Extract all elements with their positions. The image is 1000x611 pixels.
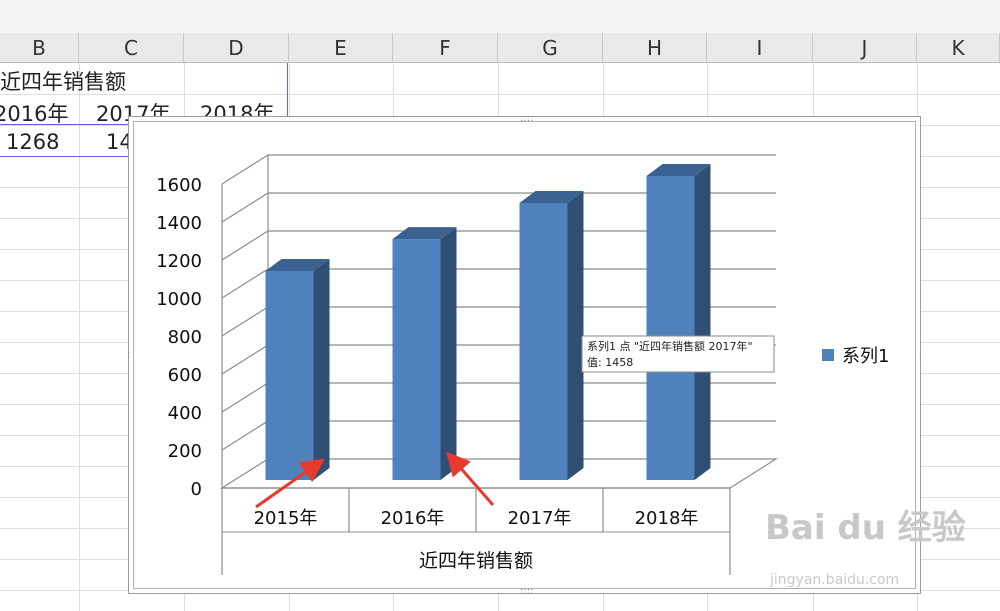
bar-side bbox=[440, 227, 457, 480]
category-group-label: 近四年销售额 bbox=[419, 550, 533, 572]
legend-swatch bbox=[822, 349, 834, 361]
y-tick-label: 1000 bbox=[156, 289, 202, 310]
x-tick-label: 2015年 bbox=[254, 508, 318, 529]
y-tick-label: 400 bbox=[168, 403, 202, 424]
x-tick-label: 2017年 bbox=[508, 508, 572, 529]
baidu-watermark-url: jingyan.baidu.com bbox=[770, 572, 900, 588]
y-tick-label: 1200 bbox=[156, 251, 202, 272]
y-tick-label: 200 bbox=[168, 441, 202, 462]
x-tick-label: 2018年 bbox=[635, 508, 699, 529]
bar bbox=[646, 176, 695, 480]
x-tick-label: 2016年 bbox=[381, 508, 445, 529]
legend-label: 系列1 bbox=[842, 346, 889, 367]
bar bbox=[519, 202, 568, 481]
bar-side bbox=[567, 190, 584, 481]
bar-side bbox=[313, 259, 330, 480]
bar bbox=[392, 239, 441, 480]
y-tick-label: 0 bbox=[191, 479, 202, 500]
y-tick-label: 1400 bbox=[156, 213, 202, 234]
tooltip-line-2: 值: 1458 bbox=[587, 356, 633, 369]
y-tick-label: 800 bbox=[168, 327, 202, 348]
baidu-watermark: Bai du 经验 bbox=[765, 508, 966, 548]
y-tick-label: 600 bbox=[168, 365, 202, 386]
tooltip-line-1: 系列1 点 "近四年销售额 2017年" bbox=[587, 339, 753, 353]
bar-side bbox=[694, 164, 711, 480]
bar bbox=[265, 271, 314, 480]
y-tick-label: 1600 bbox=[156, 175, 202, 196]
